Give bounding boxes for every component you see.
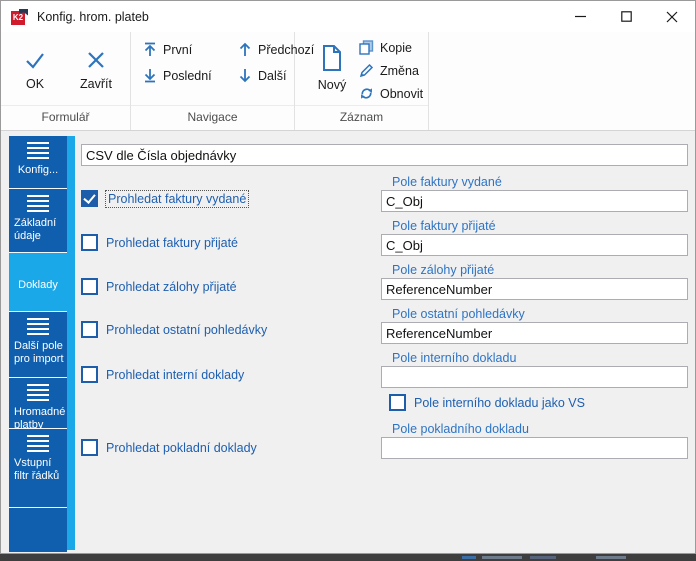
maximize-button[interactable] <box>603 1 649 32</box>
checkbox-prohledat-faktury-vydane[interactable] <box>81 190 98 207</box>
checkbox-label[interactable]: Prohledat faktury přijaté <box>106 236 238 250</box>
close-form-button[interactable]: Zavřít <box>69 35 124 105</box>
arrow-down-last-icon <box>144 69 156 83</box>
close-button[interactable] <box>649 1 695 32</box>
ok-button-label: OK <box>25 76 45 91</box>
sidebar-tab-dalsi-pole-pro-import[interactable]: Další pole pro import <box>9 312 67 378</box>
checkbox-label[interactable]: Pole interního dokladu jako VS <box>414 396 585 410</box>
sidebar-tab-zakladni-udaje[interactable]: Základní údaje <box>9 189 67 253</box>
arrow-up-icon <box>239 42 251 56</box>
close-icon <box>666 11 678 22</box>
new-button[interactable]: Nový <box>305 32 359 105</box>
first-button-label: První <box>163 42 193 57</box>
edit-button[interactable]: Změna <box>359 63 423 78</box>
list-icon <box>27 435 49 452</box>
checkbox-prohledat-pokladni-doklady[interactable] <box>81 439 98 456</box>
maximize-icon <box>620 11 632 22</box>
list-icon <box>27 318 49 335</box>
last-button[interactable]: Poslední <box>143 68 238 83</box>
titlebar: K2 Konfig. hrom. plateb <box>1 1 695 33</box>
checkbox-pole-interniho-dokladu-jako-vs[interactable] <box>389 394 406 411</box>
config-name-input[interactable] <box>81 144 688 166</box>
minimize-icon <box>574 15 586 18</box>
input-pole-ostatni-pohledavky[interactable] <box>381 322 688 344</box>
ribbon-group-label-formular: Formulář <box>1 105 130 130</box>
sidebar-tab-konfig[interactable]: Konfig... <box>9 136 67 189</box>
checkbox-prohledat-zalohy-prijate[interactable] <box>81 278 98 295</box>
check-row-vs: Pole interního dokladu jako VS <box>389 394 585 411</box>
ribbon-group-label-zaznam: Záznam <box>295 105 428 130</box>
sidebar-tab-hromadne-platby[interactable]: Hromadné platby <box>9 378 67 429</box>
input-pole-interniho-dokladu[interactable] <box>381 366 688 388</box>
checkbox-label[interactable]: Prohledat interní doklady <box>106 368 244 382</box>
field-label-pole-faktury-prijate: Pole faktury přijaté <box>392 219 496 233</box>
copy-button[interactable]: Kopie <box>359 40 423 55</box>
first-button[interactable]: První <box>143 42 238 57</box>
ribbon-group-zaznam: Nový Kopie Změna Obnovit Záznam <box>295 32 429 130</box>
close-form-button-label: Zavřít <box>80 76 112 91</box>
list-icon <box>27 142 49 159</box>
checkbox-prohledat-interni-doklady[interactable] <box>81 366 98 383</box>
check-row-interni-doklady: Prohledat interní doklady <box>81 366 244 383</box>
new-button-label: Nový <box>317 78 347 92</box>
input-pole-pokladniho-dokladu[interactable] <box>381 437 688 459</box>
checkbox-label[interactable]: Prohledat pokladní doklady <box>106 441 257 455</box>
minimize-button[interactable] <box>557 1 603 32</box>
input-pole-zalohy-prijate[interactable] <box>381 278 688 300</box>
check-row-pokladni-doklady: Prohledat pokladní doklady <box>81 439 257 456</box>
next-button-label: Další <box>258 68 287 83</box>
checkbox-prohledat-faktury-prijate[interactable] <box>81 234 98 251</box>
check-row-ostatni-pohledavky: Prohledat ostatní pohledávky <box>81 321 267 338</box>
ribbon-group-label-navigace: Navigace <box>131 105 294 130</box>
refresh-button-label: Obnovit <box>380 86 424 101</box>
ribbon-group-formular: OK Zavřít Formulář <box>1 32 131 130</box>
field-label-pole-interniho-dokladu: Pole interního dokladu <box>392 351 517 365</box>
field-label-pole-pokladniho-dokladu: Pole pokladního dokladu <box>392 422 529 436</box>
arrow-down-icon <box>239 69 251 83</box>
ribbon-group-navigace: První Předchozí Poslední Další Navigace <box>131 32 314 130</box>
check-row-faktury-prijate: Prohledat faktury přijaté <box>81 234 238 251</box>
window-title: Konfig. hrom. plateb <box>37 9 149 24</box>
background-app-sliver <box>0 554 696 561</box>
input-pole-faktury-vydane[interactable] <box>381 190 688 212</box>
sidebar-tab-vstupni-filtr-radku[interactable]: Vstupní filtr řádků <box>9 429 67 508</box>
arrow-up-first-icon <box>144 42 156 56</box>
new-document-icon <box>323 45 341 71</box>
check-icon <box>26 52 44 69</box>
edit-pencil-icon <box>359 63 374 78</box>
ribbon: OK Zavřít Formulář První Předchozí Posle… <box>1 32 695 131</box>
input-pole-faktury-prijate[interactable] <box>381 234 688 256</box>
check-row-zalohy-prijate: Prohledat zálohy přijaté <box>81 278 237 295</box>
refresh-button[interactable]: Obnovit <box>359 86 423 101</box>
edit-button-label: Změna <box>380 63 419 78</box>
field-label-pole-zalohy-prijate: Pole zálohy přijaté <box>392 263 495 277</box>
last-button-label: Poslední <box>163 68 212 83</box>
k2-logo-icon: K2 <box>11 8 28 25</box>
window-controls <box>557 1 695 32</box>
field-label-pole-faktury-vydane: Pole faktury vydané <box>392 175 502 189</box>
sidebar: Konfig... Základní údaje Doklady Další p… <box>9 136 67 552</box>
form-body: Konfig... Základní údaje Doklady Další p… <box>1 131 695 553</box>
sidebar-tab-doklady[interactable]: Doklady <box>9 253 67 312</box>
checkbox-label[interactable]: Prohledat ostatní pohledávky <box>106 323 267 337</box>
dialog-window: K2 Konfig. hrom. plateb OK Zavřít Formul… <box>0 0 696 554</box>
check-row-faktury-vydane: Prohledat faktury vydané <box>81 189 250 208</box>
checkbox-label[interactable]: Prohledat faktury vydané <box>104 189 250 208</box>
sidebar-accent-strip <box>67 136 75 550</box>
field-label-pole-ostatni-pohledavky: Pole ostatní pohledávky <box>392 307 525 321</box>
checkbox-prohledat-ostatni-pohledavky[interactable] <box>81 321 98 338</box>
list-icon <box>27 384 49 401</box>
copy-icon <box>359 40 374 55</box>
list-icon <box>27 195 49 212</box>
ok-button[interactable]: OK <box>8 35 63 105</box>
refresh-icon <box>361 88 372 99</box>
copy-button-label: Kopie <box>380 40 412 55</box>
sidebar-filler <box>9 508 67 552</box>
close-x-icon <box>88 51 104 68</box>
checkbox-label[interactable]: Prohledat zálohy přijaté <box>106 280 237 294</box>
